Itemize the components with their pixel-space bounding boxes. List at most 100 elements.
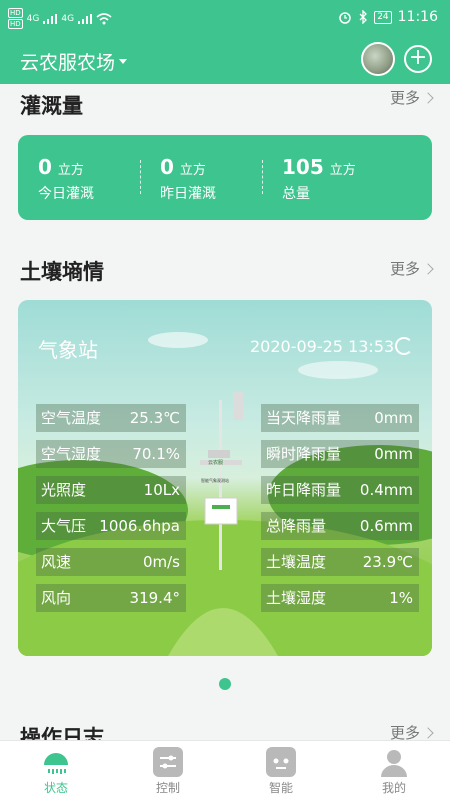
ws-value: 0mm [374,445,413,463]
weather-station-card[interactable]: 气象站 2020-09-25 13:53 空气温度 25.3℃ 空气湿度 70.… [18,300,432,656]
chevron-right-icon [422,91,434,104]
irrigation-today-unit: 立方 [57,163,84,178]
robot-icon [266,747,296,777]
carousel-indicator[interactable] [219,678,231,690]
ws-value: 319.4° [129,589,180,607]
ws-row-wind-direction: 风向 319.4° [36,584,186,612]
irrigation-total-unit: 立方 [329,163,356,178]
ws-row-pressure: 大气压 1006.6hpa [36,512,186,540]
ws-label: 空气湿度 [41,445,102,463]
caret-down-icon [119,59,128,64]
ws-row-rain-total: 总降雨量 0.6mm [261,512,419,540]
irrigation-yesterday-value: 0 [160,155,174,179]
irrigation-title: 灌溉量 [20,94,83,118]
app-header: 云农服农场 + [0,36,450,84]
chevron-right-icon [422,726,434,739]
tab-smart[interactable]: 智能 [225,741,337,800]
tab-control[interactable]: 控制 [112,741,224,800]
weather-station-title: 气象站 [38,338,98,362]
ws-row-wind-speed: 风速 0m/s [36,548,186,576]
ws-value: 0m/s [142,553,180,571]
ws-value: 25.3℃ [129,409,180,427]
alarm-icon [339,12,351,24]
farm-name: 云农服农场 [20,52,116,74]
ws-label: 大气压 [41,517,87,535]
irrigation-today-label: 今日灌溉 [38,186,94,202]
more-label: 更多 [389,260,420,278]
farm-selector[interactable]: 云农服农场 [20,48,128,75]
irrigation-yesterday-unit: 立方 [179,163,206,178]
ws-row-rain-instant: 瞬时降雨量 0mm [261,440,419,468]
ws-label: 风速 [41,553,72,571]
device-sign: 云农服 [208,460,224,466]
signal-icon-2 [78,13,93,24]
ws-value: 10Lx [143,481,180,499]
signal-icon [43,13,58,24]
ws-label: 瞬时降雨量 [266,445,342,463]
ws-row-air-humidity: 空气湿度 70.1% [36,440,186,468]
status-icon [41,747,71,777]
divider [262,160,263,194]
ws-row-rain-today: 当天降雨量 0mm [261,404,419,432]
wifi-icon [96,12,112,24]
irrigation-today: 0 立方 今日灌溉 [38,155,94,203]
tab-label: 我的 [381,781,406,795]
ws-value: 0.4mm [359,481,413,499]
ws-label: 土壤湿度 [266,589,327,607]
tab-label: 状态 [43,781,68,795]
ws-value: 70.1% [132,445,180,463]
network-label-2: 4G [61,13,75,24]
soil-title: 土壤墒情 [20,260,104,284]
plus-icon: + [408,45,428,70]
irrigation-more-link[interactable]: 更多 [389,87,434,108]
weather-station-datetime: 2020-09-25 13:53 [250,337,395,356]
bottom-tab-bar: 状态 控制 智能 我的 [0,740,450,800]
ws-label: 当天降雨量 [266,409,342,427]
sim2-badge: HD [8,19,23,29]
divider [140,160,141,194]
ws-label: 总降雨量 [266,517,327,535]
ws-row-rain-yesterday: 昨日降雨量 0.4mm [261,476,419,504]
ws-label: 土壤温度 [266,553,327,571]
irrigation-yesterday-label: 昨日灌溉 [160,186,216,202]
ws-label: 昨日降雨量 [266,481,342,499]
ws-row-soil-temp: 土壤温度 23.9℃ [261,548,419,576]
clock: 11:16 [397,9,438,25]
irrigation-card: 0 立方 今日灌溉 0 立方 昨日灌溉 105 立方 总量 [18,135,432,220]
tab-mine[interactable]: 我的 [338,741,450,800]
ws-value: 1% [389,589,413,607]
ws-label: 空气温度 [41,409,102,427]
tab-label: 控制 [155,781,180,795]
bluetooth-icon [359,10,368,24]
signal-indicators: HD HD 4G 4G [8,8,112,29]
network-label: 4G [26,13,40,24]
status-right: 24 11:16 [338,9,438,25]
irrigation-total: 105 立方 总量 [282,155,356,203]
add-button[interactable]: + [404,45,432,73]
ws-row-air-temp: 空气温度 25.3℃ [36,404,186,432]
device-caption: 智能气象观测站 [201,478,229,483]
more-label: 更多 [389,89,420,107]
ws-value: 1006.6hpa [99,517,180,535]
chevron-right-icon [422,262,434,275]
ws-row-illuminance: 光照度 10Lx [36,476,186,504]
refresh-icon[interactable] [395,337,413,355]
battery-level: 24 [374,10,392,24]
irrigation-total-label: 总量 [282,186,310,202]
tab-label: 智能 [268,781,293,795]
sim1-badge: HD [8,8,23,18]
ws-row-soil-humidity: 土壤湿度 1% [261,584,419,612]
irrigation-today-value: 0 [38,155,52,179]
ws-value: 23.9℃ [362,553,413,571]
ws-label: 风向 [41,589,72,607]
control-icon [153,747,183,777]
avatar[interactable] [361,42,395,76]
ws-value: 0.6mm [359,517,413,535]
irrigation-yesterday: 0 立方 昨日灌溉 [160,155,216,203]
status-bar: HD HD 4G 4G 24 11:16 [0,0,450,36]
user-icon [379,747,409,777]
soil-more-link[interactable]: 更多 [389,258,434,279]
ws-label: 光照度 [41,481,87,499]
tab-status[interactable]: 状态 [0,741,112,800]
irrigation-total-value: 105 [282,155,324,179]
